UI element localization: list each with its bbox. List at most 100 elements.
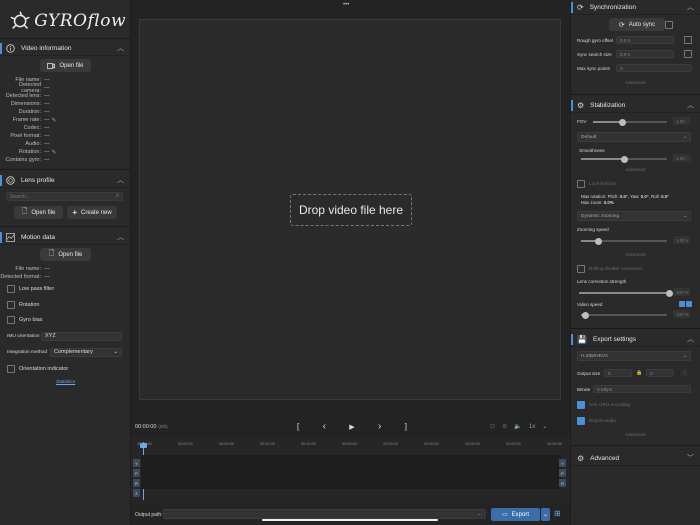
sync-header[interactable]: ⟳ Synchronization ︿	[571, 0, 700, 15]
checkbox[interactable]	[577, 401, 585, 409]
statistics-link[interactable]: Statistics	[56, 380, 75, 385]
chevron-up-icon[interactable]: ︿	[687, 334, 694, 344]
rotation-checkbox[interactable]: Rotation	[7, 301, 40, 309]
output-height-input[interactable]: 0	[646, 369, 675, 377]
export-audio-checkbox[interactable]: Export audio	[577, 417, 616, 425]
axis-toggle-pitch[interactable]: P	[133, 469, 140, 477]
video-info-header[interactable]: Video information ︿	[0, 41, 130, 56]
max-points-input[interactable]: 3	[616, 64, 692, 72]
orientation-indicator-checkbox[interactable]: Orientation indicator	[7, 365, 68, 373]
bitrate-input[interactable]: 0 Mbps	[593, 385, 691, 393]
motion-data-header[interactable]: Motion data ︿	[0, 230, 130, 245]
slider-knob[interactable]	[581, 311, 589, 319]
chevron-down-icon[interactable]: ﹀	[687, 453, 694, 463]
smoothness-value[interactable]: 1.00	[673, 154, 690, 162]
rolling-shutter-checkbox[interactable]: Rolling shutter correction	[577, 265, 642, 273]
auto-sync-button[interactable]: ⟳ Auto sync	[609, 18, 665, 31]
video-speed-value[interactable]: 100 %	[673, 310, 690, 318]
checkbox[interactable]	[577, 265, 585, 273]
checkbox[interactable]	[7, 301, 15, 309]
stabilization-method-select[interactable]: Default ⌄	[577, 132, 691, 142]
speed-toggle-checkbox[interactable]	[686, 301, 692, 307]
checkbox[interactable]	[7, 285, 15, 293]
set-out-point-button[interactable]: ]	[405, 422, 407, 431]
zooming-speed-value[interactable]: 1.00 s	[673, 236, 690, 244]
next-frame-button[interactable]: ›	[378, 421, 381, 432]
chevron-up-icon[interactable]: ︿	[117, 43, 124, 53]
integration-method-select[interactable]: Complementary ⌄	[50, 347, 122, 357]
loop-icon[interactable]: ⊡	[490, 423, 495, 430]
export-button[interactable]: ▭ Export	[491, 508, 540, 521]
playback-speed[interactable]: 1x	[529, 424, 535, 430]
zooming-speed-slider[interactable]	[581, 237, 667, 245]
video-open-file-button[interactable]: Open file	[40, 59, 91, 72]
slider-knob[interactable]	[620, 155, 628, 163]
axis-toggle-z[interactable]: Z	[133, 489, 140, 497]
gyro-bias-checkbox[interactable]: Gyro bias	[7, 316, 43, 324]
drop-zone[interactable]: Drop video file here	[290, 194, 412, 226]
checkbox[interactable]	[7, 365, 15, 373]
sync-advanced-link[interactable]: Advanced	[625, 80, 645, 85]
zoom-advanced-link[interactable]: Advanced	[625, 252, 645, 257]
advanced-header[interactable]: ⚙ Advanced ﹀	[571, 451, 700, 466]
speed-toggle-checkbox[interactable]	[679, 301, 685, 307]
slider-knob[interactable]	[619, 118, 627, 126]
set-in-point-button[interactable]: [	[297, 422, 299, 431]
search-size-checkbox[interactable]	[684, 50, 692, 58]
export-advanced-link[interactable]: Advanced	[625, 432, 645, 437]
lens-profile-header[interactable]: Lens profile ︿	[0, 173, 130, 188]
render-queue-icon[interactable]: ⊞	[554, 509, 561, 518]
video-speed-slider[interactable]	[581, 311, 667, 319]
search-size-input[interactable]: 5.0 s	[616, 50, 674, 58]
checkbox[interactable]	[7, 316, 15, 324]
mute-icon[interactable]: 🔈	[514, 423, 521, 430]
lens-open-file-button[interactable]: 🗋 Open file	[14, 206, 63, 219]
play-button[interactable]: ▶	[349, 423, 354, 431]
lock-icon[interactable]: 🔒	[636, 370, 642, 376]
rough-offset-checkbox[interactable]	[684, 36, 692, 44]
axis-toggle-roll[interactable]: R	[133, 479, 140, 487]
slider-knob[interactable]	[594, 237, 602, 245]
chevron-up-icon[interactable]: ︿	[117, 175, 124, 185]
chevron-up-icon[interactable]: ︿	[687, 100, 694, 110]
lens-strength-value[interactable]: 100 %	[673, 288, 690, 296]
axis-toggle-roll[interactable]: R	[559, 479, 566, 487]
timeline[interactable]: 00:00:00 00:00:00 00:00:00 00:00:00 00:0…	[131, 437, 570, 503]
auto-sync-checkbox[interactable]	[665, 21, 673, 29]
prev-frame-button[interactable]: ‹	[323, 421, 326, 432]
chevron-up-icon[interactable]: ︿	[687, 2, 694, 12]
smoothness-slider[interactable]	[581, 155, 667, 163]
low-pass-checkbox[interactable]: Low pass filter	[7, 285, 54, 293]
output-path-input[interactable]: ...	[163, 509, 486, 519]
chevron-up-icon[interactable]: ︿	[117, 232, 124, 242]
rough-offset-input[interactable]: 0.0 s	[616, 36, 674, 44]
browse-button[interactable]: ...	[477, 511, 482, 517]
slider-knob[interactable]	[665, 289, 673, 297]
menu-dots-icon[interactable]: •••	[343, 2, 349, 8]
codec-select[interactable]: H.265/HEVC ⌄	[577, 351, 691, 361]
video-preview[interactable]: Drop video file here	[139, 19, 561, 400]
zoom-mode-select[interactable]: Dynamic zooming ⌄	[577, 211, 691, 221]
info-icon[interactable]: ⓘ	[681, 369, 687, 378]
create-new-button[interactable]: + Create new	[67, 206, 117, 219]
chevron-down-icon[interactable]: ⌄	[542, 423, 547, 430]
checkbox[interactable]	[577, 417, 585, 425]
imu-orientation-input[interactable]: XYZ	[41, 331, 122, 341]
edit-frame-rate-icon[interactable]: ✎	[52, 117, 57, 124]
axis-toggle-yaw[interactable]: Y	[133, 459, 140, 467]
lens-strength-slider[interactable]	[579, 289, 673, 297]
checkbox[interactable]	[577, 180, 585, 188]
output-width-input[interactable]: 0	[604, 369, 632, 377]
stabilize-toggle-icon[interactable]: ⚙	[502, 423, 507, 430]
stabilization-advanced-link[interactable]: Advanced	[625, 167, 645, 172]
edit-rotation-icon[interactable]: ✎	[52, 149, 57, 156]
lens-search-input[interactable]: Search... ⌕	[6, 192, 123, 201]
motion-open-file-button[interactable]: 🗋 Open file	[40, 248, 91, 261]
stabilization-header[interactable]: ⚙ Stabilization ︿	[571, 98, 700, 113]
lock-horizon-checkbox[interactable]: Lock horizon	[577, 180, 616, 188]
fov-slider[interactable]	[593, 118, 667, 126]
axis-toggle-pitch[interactable]: P	[559, 469, 566, 477]
export-dropdown-button[interactable]: ⌄	[541, 508, 550, 521]
gpu-encoding-checkbox[interactable]: Use GPU encoding	[577, 401, 630, 409]
fov-value[interactable]: 1.00	[673, 117, 690, 125]
